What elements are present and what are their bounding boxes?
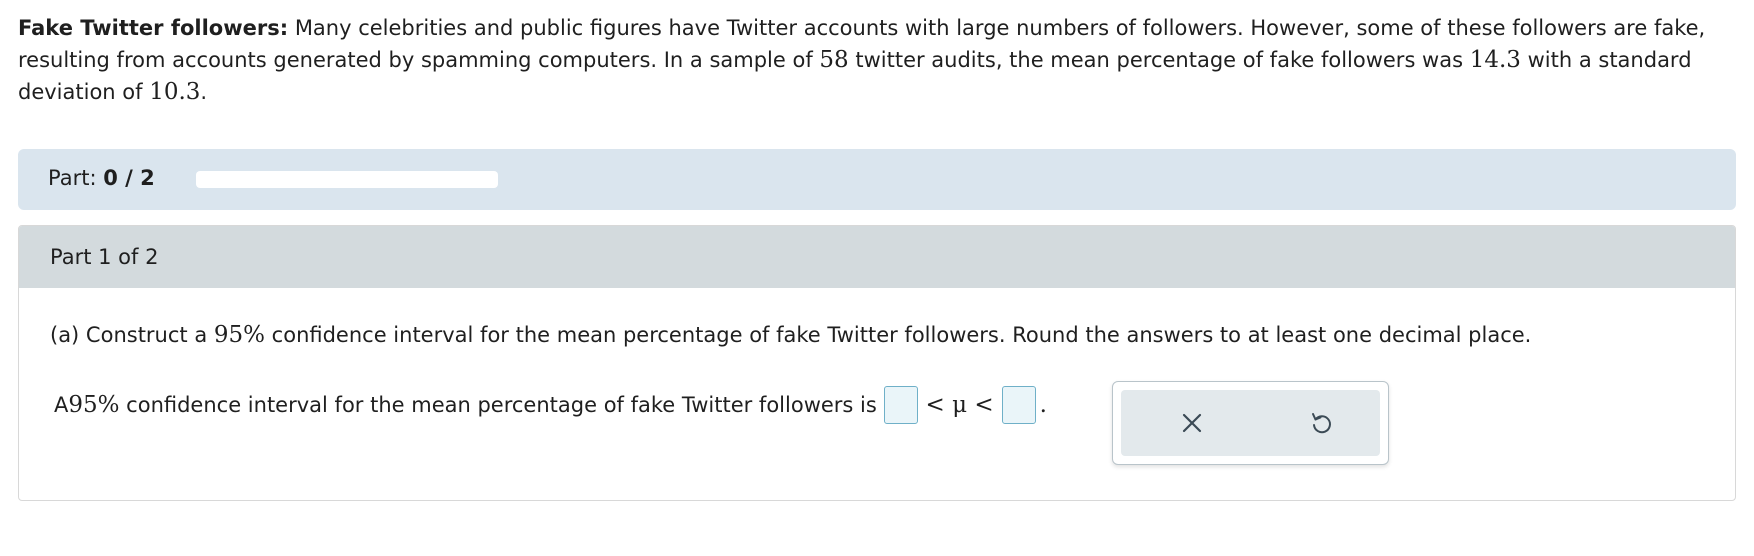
tool-panel-inner [1121,390,1380,456]
part-label-text: Part: [48,166,97,190]
clear-button[interactable] [1174,405,1210,441]
question-suffix: confidence interval for the mean percent… [265,323,1532,347]
answer-end-period: . [1039,392,1047,418]
problem-text: twitter audits, the mean percentage of f… [848,48,1470,72]
sample-mean: 14.3 [1469,47,1521,73]
question-text: (a) Construct a 95% confidence interval … [50,322,1531,348]
part-count: 0 / 2 [103,166,155,190]
undo-icon [1312,413,1331,434]
part-progress-bar: Part: 0 / 2 [18,149,1736,210]
undo-button[interactable] [1303,405,1339,441]
inequality-mu: < μ < [925,392,994,418]
question-confidence-level: 95% [213,322,265,348]
question-prefix: (a) Construct a [50,323,214,347]
answer-tool-panel [1112,381,1389,465]
problem-text: . [200,80,208,104]
answer-middle: confidence interval for the mean percent… [119,393,884,417]
lower-bound-input[interactable] [883,386,918,424]
answer-confidence-level: 95% [68,392,120,418]
progress-track [196,171,498,188]
sample-size: 58 [819,47,849,73]
problem-statement: Fake Twitter followers: Many celebrities… [18,12,1738,108]
problem-title: Fake Twitter followers: [18,16,289,40]
part-header: Part 1 of 2 [19,226,1735,288]
answer-line: A 95% confidence interval for the mean p… [54,383,1047,427]
page: Fake Twitter followers: Many celebrities… [0,0,1754,556]
upper-bound-input[interactable] [1001,386,1036,424]
part-progress-label: Part: 0 / 2 [48,166,155,190]
part-card: Part 1 of 2 (a) Construct a 95% confiden… [18,225,1736,501]
answer-prefix: A [54,393,69,417]
close-icon [1182,413,1202,433]
part-header-label: Part 1 of 2 [50,245,159,269]
sample-std-dev: 10.3 [149,79,201,105]
